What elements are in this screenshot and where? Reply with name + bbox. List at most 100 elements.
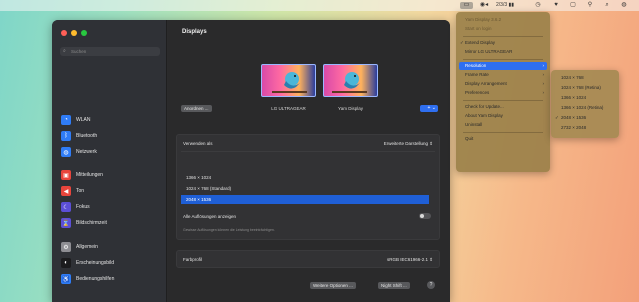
wifi-icon: ◔ [61,115,71,125]
sidebar-item-label: Ton [76,188,85,194]
resolution-submenu: 1024 × 768 1024 × 768 (Retina) 1366 × 1024… [551,70,619,138]
menu-item-display-arrangement[interactable]: Display Arrangement › [459,80,547,88]
chevron-right-icon: › [542,72,545,77]
submenu-resolution-option[interactable]: ✓ 2048 × 1536 [554,114,616,122]
resolution-card: Verwenden als Erweiterte Darstellung ⇕ 1… [176,134,440,240]
submenu-resolution-option[interactable]: 1024 × 768 [554,74,616,82]
menu-item-mirror-lg-ultragear[interactable]: Mirror LG ULTRAGEAR [459,48,547,56]
menu-item-uninstall[interactable]: Uninstall [459,121,547,129]
submenu-resolution-option[interactable]: 2732 × 2048 [554,124,616,132]
checkmark-icon: ✓ [460,40,464,45]
general-icon: ⚙ [61,242,71,252]
add-display-button[interactable]: + ⌄ [420,105,438,112]
display-label-lg: LG ULTRAGEAR [271,106,306,111]
sidebar-item-wlan[interactable]: ◔ WLAN [61,115,161,127]
sidebar-item-label: Bedienungshilfen [76,276,115,282]
bluetooth-icon: ᛒ [61,131,71,141]
sidebar-item-label: WLAN [76,117,91,123]
sidebar-item-label: Fokus [76,204,90,210]
submenu-item-label: 1366 × 1024 [561,95,587,100]
screen-time-icon: ⌛ [61,218,71,228]
menu-item-label: Yam Display 3.6.2 [465,17,502,22]
system-settings-window: ⌕ Suchen ◔ WLAN ᛒ Bluetooth ◍ Netzwerk ▣ Mittei… [52,20,450,302]
sidebar-item-label: Mitteilungen [76,172,103,178]
sidebar-search-input[interactable]: ⌕ Suchen [60,47,160,56]
sidebar: ⌕ Suchen ◔ WLAN ᛒ Bluetooth ◍ Netzwerk ▣ Mittei… [52,20,167,302]
menu-item-about-yam-display[interactable]: About Yam Display [459,112,547,120]
help-button[interactable]: ? [427,281,435,289]
arrange-button[interactable]: Anordnen ... [181,105,212,112]
search-icon: ⌕ [63,48,66,54]
chevron-right-icon: › [542,63,545,68]
menu-item-frame-rate[interactable]: Frame Rate › [459,71,547,79]
display-thumbnail-lg[interactable] [261,64,316,97]
search-placeholder: Suchen [71,49,87,54]
sidebar-item-bedienungshilfen[interactable]: ♿ Bedienungshilfen [61,274,161,286]
menu-item-resolution[interactable]: Resolution › [459,62,547,70]
submenu-item-label: 1024 × 768 [561,75,584,80]
sidebar-item-erscheinungsbild[interactable]: ◐ Erscheinungsbild [61,258,161,270]
display-label-yam: Yam Display [338,106,363,111]
color-profile-card: Farbprofil sRGB IEC61966-2.1 ⇕ [176,250,440,268]
menu-item-extend-display[interactable]: ✓ Extend Display [459,39,547,47]
sidebar-item-label: Bildschirmzeit [76,220,107,226]
clock-icon[interactable]: ◷ [534,2,542,9]
submenu-resolution-option[interactable]: 1366 × 1024 [554,94,616,102]
record-icon[interactable]: ◉◂ [478,2,490,9]
color-profile-select[interactable]: sRGB IEC61966-2.1 ⇕ [387,257,433,263]
advanced-options-button[interactable]: Weitere Optionen ... [310,282,356,289]
search-icon[interactable]: ⌕ [603,2,611,9]
menu-item-label: Uninstall [465,122,483,127]
show-all-resolutions-label: Alle Auflösungen anzeigen [183,214,237,219]
control-center-icon[interactable]: ⚲ [586,2,594,9]
battery-icon[interactable]: ▢ [569,2,577,9]
sidebar-item-allgemein[interactable]: ⚙ Allgemein [61,242,161,254]
menu-item-start-on-login: Start on login [459,25,547,33]
close-window-icon[interactable] [61,30,67,36]
menu-item-quit[interactable]: Quit [459,135,547,143]
sidebar-item-fokus[interactable]: ☾ Fokus [61,202,161,214]
accessibility-icon: ♿ [61,274,71,284]
menu-item-check-for-update[interactable]: Check for Update... [459,103,547,111]
siri-icon[interactable]: ◍ [620,2,628,9]
sidebar-item-ton[interactable]: ◀ Ton [61,186,161,198]
minimize-window-icon[interactable] [71,30,77,36]
checkmark-icon: ✓ [555,115,559,120]
sound-icon: ◀ [61,186,71,196]
performance-hint: Gewisse Auflösungen können die Leistung … [183,228,275,232]
focus-icon: ☾ [61,202,71,212]
sidebar-item-label: Bluetooth [76,133,98,139]
sidebar-item-mitteilungen[interactable]: ▣ Mitteilungen [61,170,161,182]
notifications-icon: ▣ [61,170,71,180]
sidebar-item-netzwerk[interactable]: ◍ Netzwerk [61,147,161,159]
sidebar-item-label: Erscheinungsbild [76,260,115,266]
zoom-window-icon[interactable] [81,30,87,36]
menu-item-label: Start on login [465,26,492,31]
page-title: Displays [182,29,207,35]
menu-item-yam-display-3-6-2: Yam Display 3.6.2 [459,16,547,24]
menu-item-preferences[interactable]: Preferences › [459,89,547,97]
menubar-clock[interactable]: 2/3/3 ▮▮ [496,2,514,9]
displays-pane: Displays Anordnen ... LG ULTRAGEAR Yam D… [168,20,450,302]
menu-item-label: Check for Update... [465,104,504,109]
shield-icon[interactable]: ♥ [552,2,560,9]
night-shift-button[interactable]: Night Shift ... [378,282,410,289]
menu-item-label: Extend Display [465,40,496,45]
resolution-option[interactable]: 1366 × 1024 [181,173,429,182]
resolution-option[interactable]: 2048 × 1536 [181,195,429,204]
sidebar-item-bluetooth[interactable]: ᛒ Bluetooth [61,131,161,143]
menu-item-label: Preferences [465,90,490,95]
chevron-right-icon: › [542,81,545,86]
sidebar-item-bildschirmzeit[interactable]: ⌛ Bildschirmzeit [61,218,161,230]
menu-item-label: Display Arrangement [465,81,507,86]
use-as-select[interactable]: Erweiterte Darstellung ⇕ [384,141,433,147]
display-thumbnail-yam[interactable] [323,64,378,97]
submenu-item-label: 2732 × 2048 [561,125,587,130]
show-all-resolutions-toggle[interactable] [419,213,431,219]
yam-display-menu: Yam Display 3.6.2 Start on login ✓ Extend D… [456,12,550,172]
submenu-resolution-option[interactable]: 1366 × 1024 (Retina) [554,104,616,112]
submenu-resolution-option[interactable]: 1024 × 768 (Retina) [554,84,616,92]
resolution-option[interactable]: 1024 × 768 (Standard) [181,184,429,193]
menu-separator [463,36,543,37]
display-menu-icon[interactable]: ▭ [460,2,473,9]
